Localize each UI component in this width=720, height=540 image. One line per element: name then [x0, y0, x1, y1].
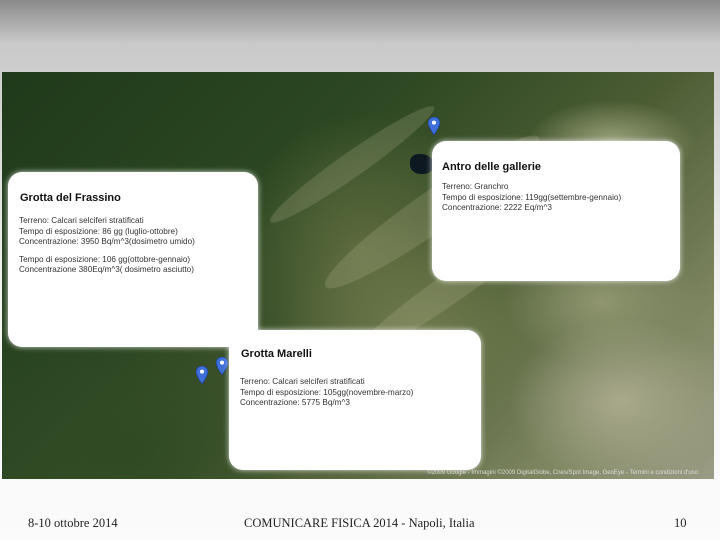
- map-credit: ©2009 Google - Immagini ©2009 DigitalGlo…: [427, 470, 698, 476]
- map-marker-icon[interactable]: [428, 117, 440, 135]
- info-card-grotta-del-frassino: Grotta del Frassino Terreno: Calcari sel…: [8, 172, 258, 347]
- info-card-antro-delle-gallerie: Antro delle gallerie Terreno: Granchro T…: [432, 141, 680, 281]
- info-card-grotta-marelli: Grotta Marelli Terreno: Calcari selcifer…: [229, 330, 481, 470]
- card-title: Antro delle gallerie: [442, 161, 542, 173]
- card-line: Terreno: Calcari selciferi stratificati: [240, 377, 365, 386]
- card-line: Tempo di esposizione: 119gg(settembre-ge…: [442, 192, 622, 202]
- map-marker-icon[interactable]: [216, 357, 228, 375]
- footer-title: COMUNICARE FISICA 2014 - Napoli, Italia: [244, 516, 475, 530]
- card-line: Concentrazione 380Eq/m^3( dosimetro asci…: [19, 265, 194, 275]
- map-marker-icon[interactable]: [196, 366, 208, 384]
- card-line: Tempo di esposizione: 86 gg (luglio-otto…: [19, 226, 178, 236]
- card-line: Concentrazione: 5775 Bq/m^3: [240, 398, 350, 408]
- card-title: Grotta Marelli: [241, 348, 312, 360]
- card-line: Terreno: Granchro: [442, 182, 509, 191]
- card-line: Concentrazione: 3950 Bq/m^3(dosimetro um…: [19, 237, 195, 247]
- card-line: Tempo di esposizione: 105gg(novembre-mar…: [240, 387, 414, 397]
- card-line: Terreno: Calcari selciferi stratificati: [19, 216, 144, 225]
- card-line: Tempo di esposizione: 106 gg(ottobre-gen…: [19, 254, 191, 264]
- footer-date: 8-10 ottobre 2014: [28, 516, 118, 530]
- card-body: Terreno: Calcari selciferi stratificati …: [240, 377, 413, 409]
- card-body: Terreno: Granchro Tempo di esposizione: …: [442, 182, 621, 214]
- card-body: Terreno: Calcari selciferi stratificati …: [19, 216, 195, 276]
- card-line: Concentrazione: 2222 Eq/m^3: [442, 203, 552, 213]
- card-title: Grotta del Frassino: [20, 192, 121, 204]
- page-number: 10: [674, 516, 687, 530]
- lake: [410, 154, 434, 174]
